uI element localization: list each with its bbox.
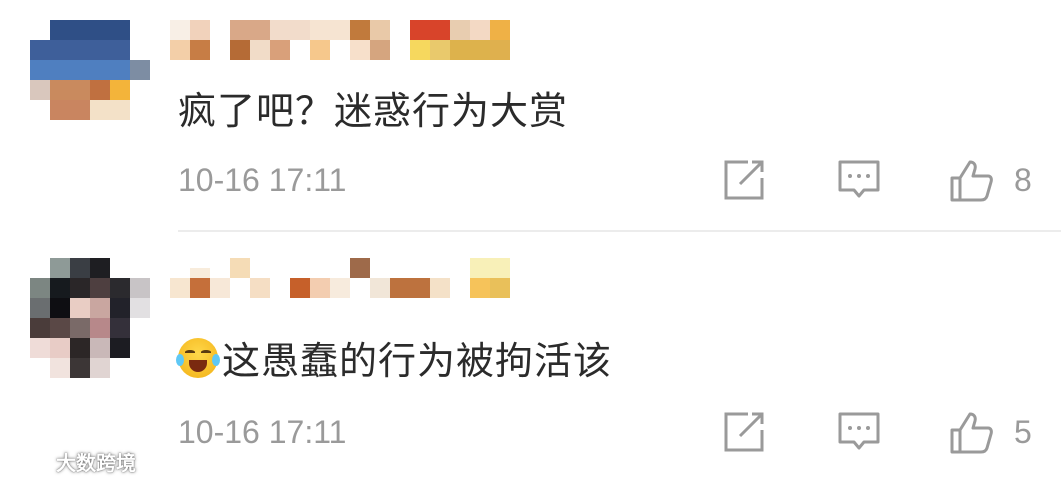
share-icon[interactable]: [722, 158, 768, 202]
comment-item: 疯了吧？迷惑行为大赏 10-16 17:11 8: [0, 0, 1061, 230]
like-count: 5: [1014, 414, 1032, 450]
laugh-cry-emoji: [176, 337, 220, 378]
thumbs-up-icon[interactable]: [948, 158, 994, 202]
comment-text-body: 这愚蠢的行为被拘活该: [222, 339, 613, 383]
watermark-text: 大数跨境: [56, 450, 136, 475]
avatar[interactable]: [30, 20, 150, 120]
watermark-logo-icon: [9, 451, 52, 471]
timestamp: 10-16 17:11: [178, 162, 347, 198]
comment-icon[interactable]: [836, 158, 882, 202]
username-blurred[interactable]: [170, 20, 530, 60]
watermark: 大数跨境: [8, 446, 136, 476]
username-blurred[interactable]: [170, 258, 530, 298]
comment-icon[interactable]: [836, 410, 882, 454]
comment-item: 这愚蠢的行为被拘活该 10-16 17:11 5: [0, 232, 1061, 480]
timestamp: 10-16 17:11: [178, 414, 347, 450]
thumbs-up-icon[interactable]: [948, 410, 994, 454]
share-icon[interactable]: [722, 410, 768, 454]
comment-text: 这愚蠢的行为被拘活该: [176, 330, 613, 385]
comment-text: 疯了吧？迷惑行为大赏: [178, 89, 569, 133]
avatar[interactable]: [30, 258, 150, 378]
like-count: 8: [1014, 162, 1032, 198]
comment-list: 疯了吧？迷惑行为大赏 10-16 17:11 8 这愚蠢的行为被拘活该 10-1…: [0, 0, 1061, 480]
comment-meta: 10-16 17:11 8: [0, 156, 1061, 206]
comment-meta: 10-16 17:11 5: [0, 408, 1061, 458]
